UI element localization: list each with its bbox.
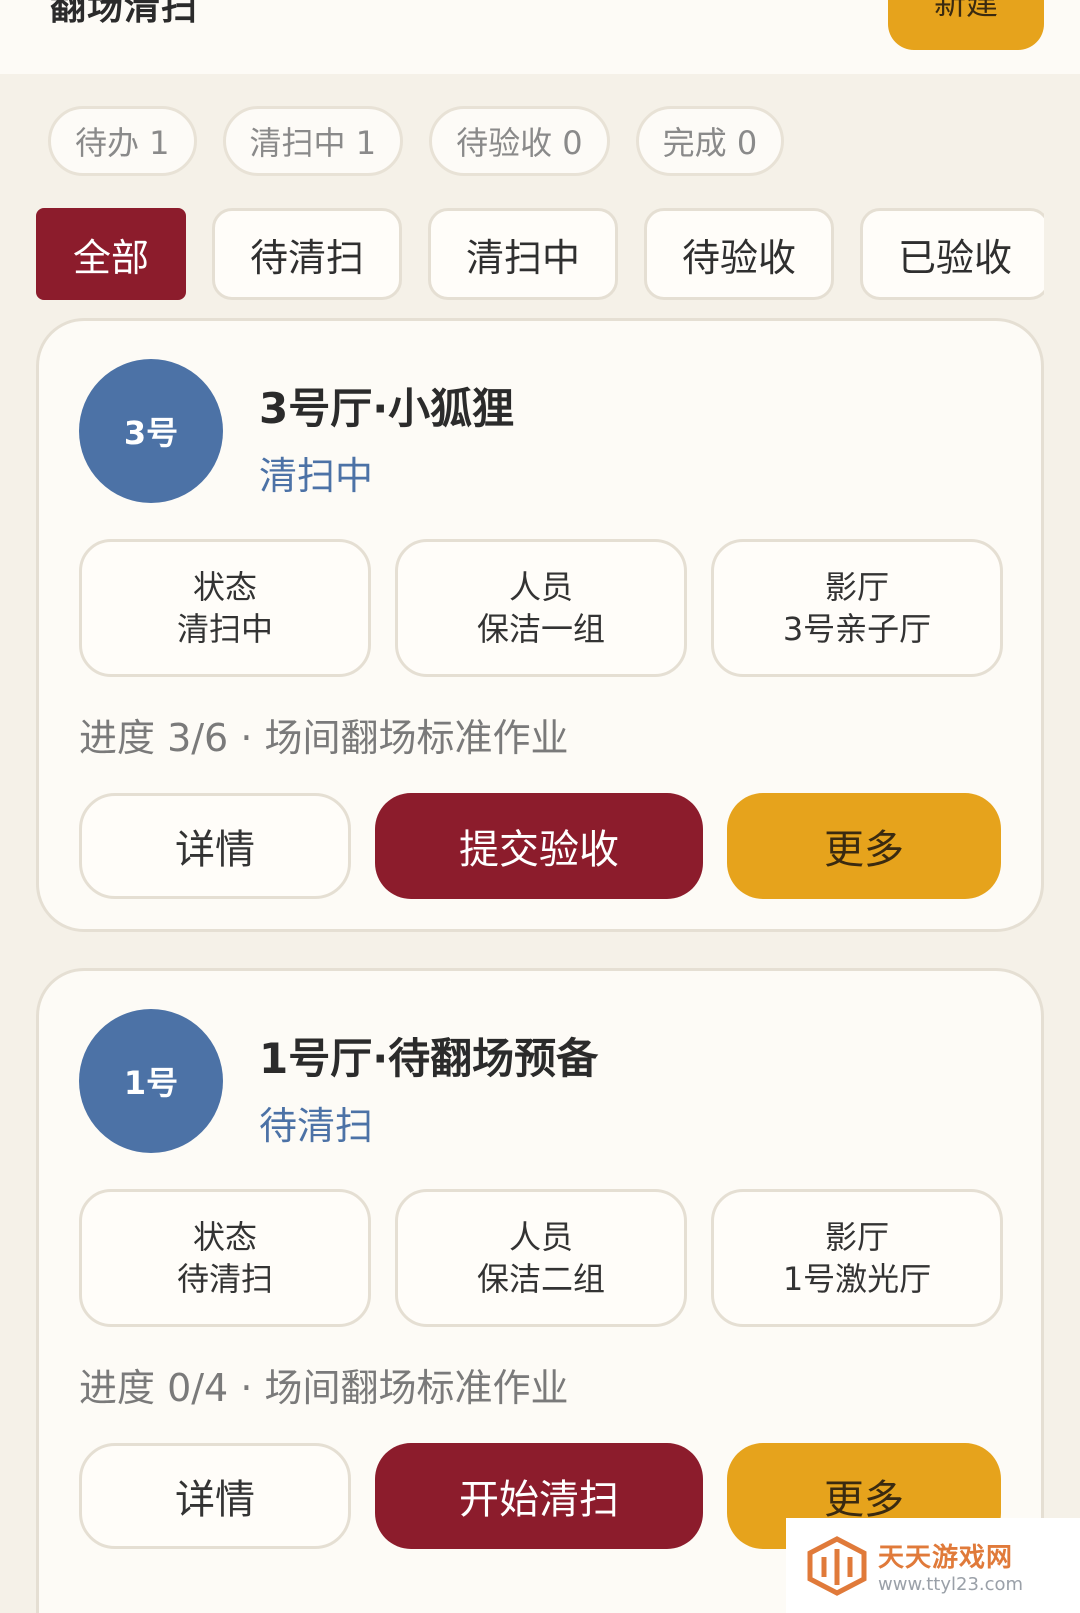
detail-button[interactable]: 详情 [79, 793, 351, 899]
summary-counts: 待办 1 清扫中 1 待验收 0 完成 0 [48, 106, 810, 176]
tab-to-clean[interactable]: 待清扫 [212, 208, 402, 300]
new-task-button[interactable]: 新建 [888, 0, 1044, 50]
progress-text: 进度 3/6 · 场间翻场标准作业 [79, 716, 569, 760]
more-button[interactable]: 更多 [727, 793, 1001, 899]
info-value: 保洁一组 [476, 610, 605, 648]
submit-inspection-button[interactable]: 提交验收 [375, 793, 703, 899]
info-label: 状态 [192, 1218, 257, 1256]
page-title: 翻场清扫 [50, 0, 199, 28]
info-row: 状态 待清扫 人员 保洁二组 影厅 1号激光厅 [79, 1189, 1003, 1327]
info-label: 人员 [508, 568, 573, 606]
progress-text: 进度 0/4 · 场间翻场标准作业 [79, 1366, 569, 1410]
detail-button[interactable]: 详情 [79, 1443, 351, 1549]
info-label: 影厅 [824, 568, 889, 606]
card-status: 待清扫 [259, 1104, 374, 1148]
info-value: 清扫中 [176, 610, 273, 648]
info-label: 人员 [508, 1218, 573, 1256]
app-screen: 翻场清扫 新建 待办 1 清扫中 1 待验收 0 完成 0 全部 待清扫 清扫中… [0, 0, 1080, 1613]
site-watermark: 天天游戏网 www.ttyl23.com [786, 1518, 1080, 1613]
tab-all[interactable]: 全部 [36, 208, 186, 300]
status-filter-tabs: 全部 待清扫 清扫中 待验收 已验收 [36, 208, 1044, 300]
info-box-staff: 人员 保洁二组 [395, 1189, 687, 1327]
tab-cleaning[interactable]: 清扫中 [428, 208, 618, 300]
card-title: 1号厅·待翻场预备 [259, 1034, 599, 1083]
start-cleaning-button[interactable]: 开始清扫 [375, 1443, 703, 1549]
info-row: 状态 清扫中 人员 保洁一组 影厅 3号亲子厅 [79, 539, 1003, 677]
info-box-staff: 人员 保洁一组 [395, 539, 687, 677]
card-title: 3号厅·小狐狸 [259, 384, 515, 433]
tab-inspected[interactable]: 已验收 [860, 208, 1044, 300]
tab-awaiting-inspection[interactable]: 待验收 [644, 208, 834, 300]
info-label: 影厅 [824, 1218, 889, 1256]
card-status: 清扫中 [259, 454, 374, 498]
info-box-hall: 影厅 1号激光厅 [711, 1189, 1003, 1327]
watermark-url: www.ttyl23.com [878, 1573, 1024, 1595]
count-chip-awaiting-inspection[interactable]: 待验收 0 [429, 106, 610, 176]
info-box-status: 状态 清扫中 [79, 539, 371, 677]
info-value: 待清扫 [176, 1260, 273, 1298]
info-box-status: 状态 待清扫 [79, 1189, 371, 1327]
task-card: 3号 3号厅·小狐狸 清扫中 状态 清扫中 人员 保洁一组 影厅 3号亲子厅 进… [36, 318, 1044, 932]
task-card: 1号 1号厅·待翻场预备 待清扫 状态 待清扫 人员 保洁二组 影厅 1号激光厅… [36, 968, 1044, 1613]
top-header: 翻场清扫 新建 [0, 0, 1080, 74]
count-chip-pending[interactable]: 待办 1 [48, 106, 197, 176]
watermark-logo-icon [807, 1535, 867, 1596]
info-label: 状态 [192, 568, 257, 606]
info-value: 保洁二组 [476, 1260, 605, 1298]
info-value: 1号激光厅 [782, 1260, 932, 1298]
hall-avatar: 1号 [79, 1009, 223, 1153]
info-box-hall: 影厅 3号亲子厅 [711, 539, 1003, 677]
info-value: 3号亲子厅 [782, 610, 932, 648]
count-chip-cleaning[interactable]: 清扫中 1 [222, 106, 404, 176]
count-chip-done[interactable]: 完成 0 [635, 106, 785, 176]
action-row: 详情 提交验收 更多 [79, 793, 1001, 899]
watermark-name: 天天游戏网 [878, 1542, 1014, 1573]
hall-avatar: 3号 [79, 359, 223, 503]
